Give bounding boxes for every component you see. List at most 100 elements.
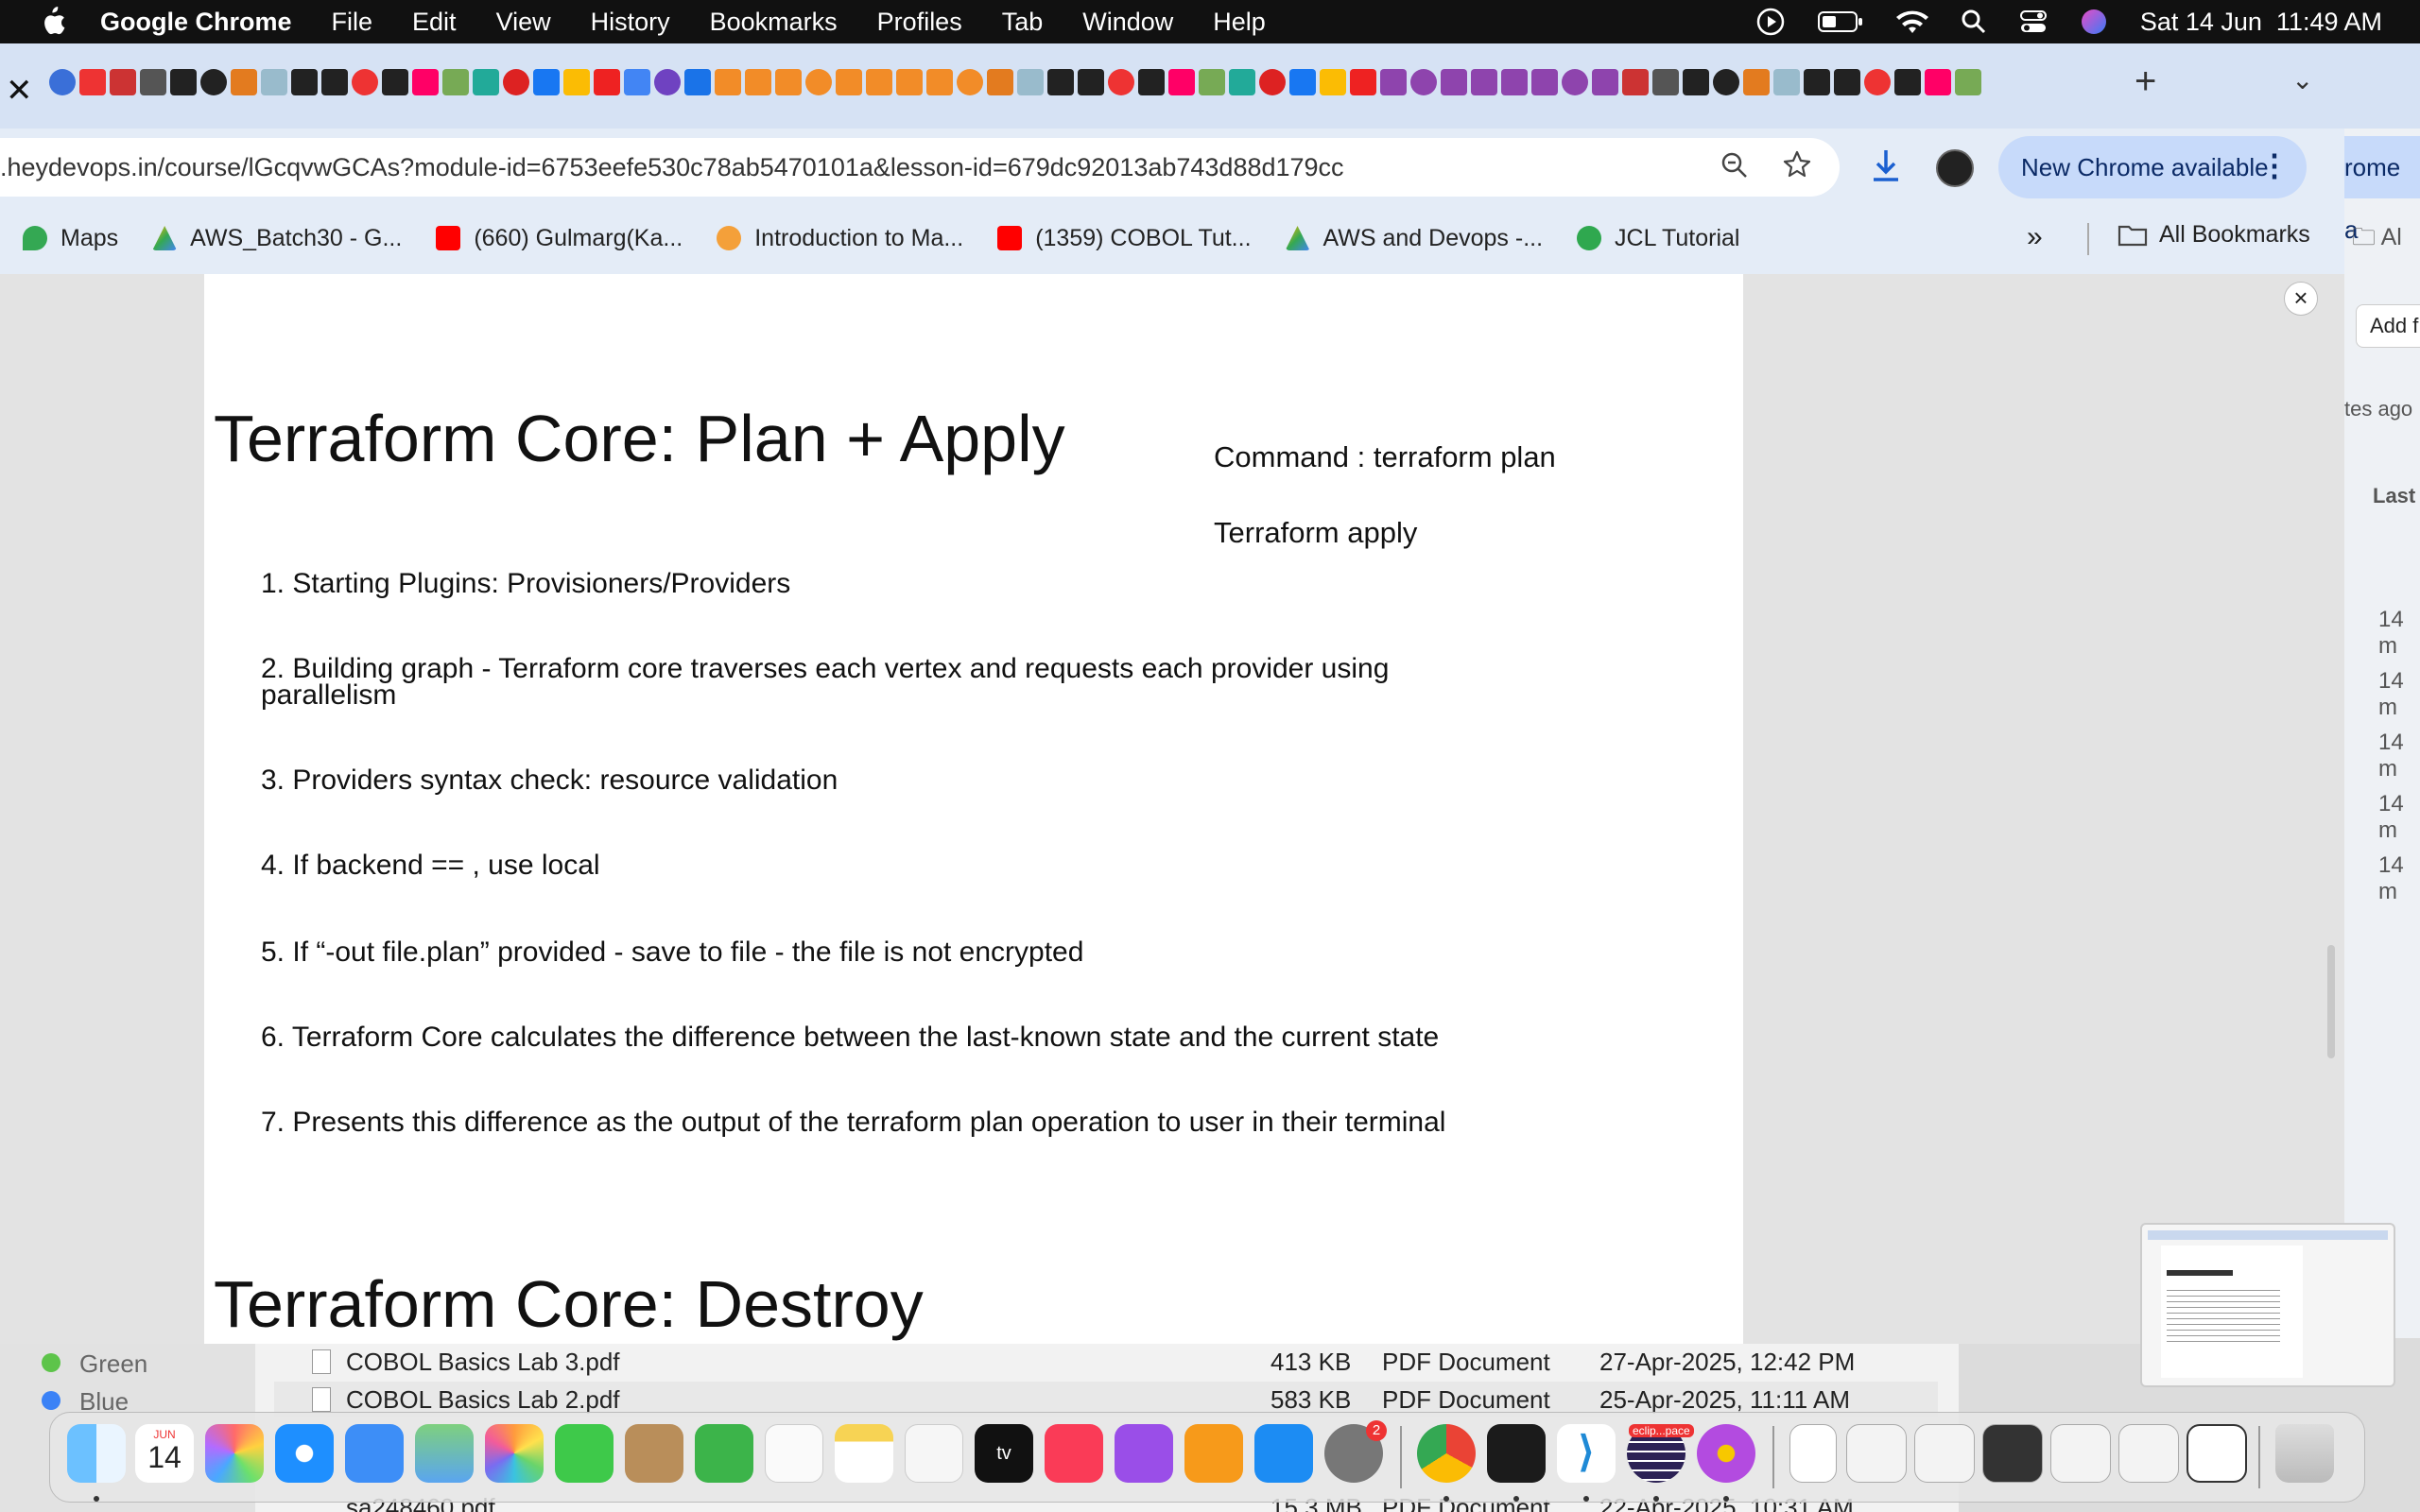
search-icon[interactable] xyxy=(1961,9,1987,35)
tab-favicon-icon[interactable] xyxy=(987,69,1013,95)
tab-favicon-icon[interactable] xyxy=(1804,69,1830,95)
bookmark-aws-devops[interactable]: AWS and Devops -... xyxy=(1285,225,1543,252)
tab-favicon-icon[interactable] xyxy=(110,69,136,95)
wifi-icon[interactable] xyxy=(1895,9,1928,35)
table-row[interactable]: COBOL Basics Lab 3.pdf 413 KB PDF Docume… xyxy=(274,1344,1938,1380)
app-store-icon[interactable] xyxy=(1254,1424,1313,1483)
vscode-icon[interactable]: ⟩ xyxy=(1557,1424,1616,1483)
bookmark-cobol[interactable]: (1359) COBOL Tut... xyxy=(997,225,1252,252)
numbers-icon[interactable] xyxy=(695,1424,753,1483)
window-preview[interactable] xyxy=(2187,1424,2247,1483)
menu-edit[interactable]: Edit xyxy=(412,8,457,37)
tab-favicon-icon[interactable] xyxy=(1229,69,1255,95)
tab-favicon-icon[interactable] xyxy=(745,69,771,95)
tab-favicon-icon[interactable] xyxy=(1955,69,1981,95)
tab-favicon-icon[interactable] xyxy=(1925,69,1951,95)
tab-favicon-icon[interactable] xyxy=(1531,69,1558,95)
menu-file[interactable]: File xyxy=(332,8,373,37)
menu-bookmarks[interactable]: Bookmarks xyxy=(710,8,838,37)
menu-window[interactable]: Window xyxy=(1082,8,1173,37)
window-preview[interactable] xyxy=(1846,1424,1907,1483)
tab-favicon-icon[interactable] xyxy=(1138,69,1165,95)
tab-favicon-icon[interactable] xyxy=(866,69,892,95)
finder-icon[interactable] xyxy=(67,1424,126,1483)
sidebar-item-blue[interactable]: Blue xyxy=(79,1387,129,1410)
tab-favicon-icon[interactable] xyxy=(836,69,862,95)
tab-favicon-icon[interactable] xyxy=(1259,69,1286,95)
apple-tv-icon[interactable]: tv xyxy=(975,1424,1033,1483)
tab-favicon-icon[interactable] xyxy=(1168,69,1195,95)
more-bookmarks-icon[interactable]: » xyxy=(2027,221,2043,253)
all-bookmarks-button[interactable]: All Bookmarks xyxy=(2118,221,2310,249)
tab-favicon-icon[interactable] xyxy=(1289,69,1316,95)
menu-app-name[interactable]: Google Chrome xyxy=(100,8,292,37)
address-bar[interactable]: .heydevops.in/course/lGcqvwGCAs?module-i… xyxy=(0,138,1840,197)
close-tab-icon[interactable]: ✕ xyxy=(6,72,33,110)
tab-favicon-icon[interactable] xyxy=(200,69,227,95)
zoom-icon[interactable] xyxy=(1720,151,1749,184)
tab-favicon-icon[interactable] xyxy=(170,69,197,95)
tab-favicon-icon[interactable] xyxy=(1622,69,1649,95)
menu-tab[interactable]: Tab xyxy=(1002,8,1044,37)
tab-favicon-icon[interactable] xyxy=(533,69,560,95)
mail-icon[interactable] xyxy=(345,1424,404,1483)
update-chrome-button[interactable]: New Chrome available ⋮ xyxy=(1998,136,2307,198)
tab-favicon-icon[interactable] xyxy=(957,69,983,95)
terminal-icon[interactable] xyxy=(1487,1424,1546,1483)
tab-favicon-icon[interactable] xyxy=(352,69,378,95)
photos-icon[interactable] xyxy=(485,1424,544,1483)
facetime-icon[interactable] xyxy=(555,1424,614,1483)
clock[interactable]: Sat 14 Jun 11:49 AM xyxy=(2140,8,2382,37)
tab-favicon-icon[interactable] xyxy=(1078,69,1104,95)
tab-favicon-icon[interactable] xyxy=(231,69,257,95)
tab-favicon-icon[interactable] xyxy=(654,69,681,95)
bookmark-introduction[interactable]: Introduction to Ma... xyxy=(717,225,963,252)
safari-icon[interactable] xyxy=(275,1424,334,1483)
tab-favicon-icon[interactable] xyxy=(1652,69,1679,95)
tab-favicon-icon[interactable] xyxy=(896,69,923,95)
launchpad-icon[interactable] xyxy=(205,1424,264,1483)
close-viewer-button[interactable]: × xyxy=(2284,282,2318,316)
play-icon[interactable] xyxy=(1756,8,1785,36)
trash-icon[interactable] xyxy=(2275,1424,2334,1483)
window-preview[interactable] xyxy=(1982,1424,2043,1483)
flower-app-icon[interactable] xyxy=(1697,1424,1755,1483)
tab-favicon-icon[interactable] xyxy=(503,69,529,95)
bookmark-star-icon[interactable] xyxy=(1782,149,1812,184)
tab-favicon-icon[interactable] xyxy=(563,69,590,95)
document-icon[interactable] xyxy=(1789,1424,1837,1483)
new-tab-button[interactable]: + xyxy=(2135,60,2156,103)
tab-favicon-icon[interactable] xyxy=(805,69,832,95)
profile-avatar[interactable] xyxy=(1936,149,1974,187)
tab-favicon-icon[interactable] xyxy=(1108,69,1134,95)
tab-favicon-icon[interactable] xyxy=(79,69,106,95)
menu-history[interactable]: History xyxy=(591,8,670,37)
pages-icon[interactable] xyxy=(1184,1424,1243,1483)
tab-favicon-icon[interactable] xyxy=(1441,69,1467,95)
tab-favicon-icon[interactable] xyxy=(1683,69,1709,95)
window-preview[interactable] xyxy=(2118,1424,2179,1483)
tab-favicon-icon[interactable] xyxy=(1894,69,1921,95)
tab-favicon-icon[interactable] xyxy=(1743,69,1770,95)
scrollbar[interactable] xyxy=(2327,945,2335,1058)
tab-favicon-icon[interactable] xyxy=(382,69,408,95)
tab-search-icon[interactable]: ⌄ xyxy=(2291,64,2313,95)
add-file-button[interactable]: Add f xyxy=(2356,304,2420,348)
bookmark-jcl[interactable]: JCL Tutorial xyxy=(1577,225,1740,252)
reminders-icon[interactable] xyxy=(765,1424,823,1483)
tab-favicon-icon[interactable] xyxy=(1834,69,1860,95)
tab-favicon-icon[interactable] xyxy=(1562,69,1588,95)
tab-favicon-icon[interactable] xyxy=(442,69,469,95)
calendar-icon[interactable]: JUN 14 xyxy=(135,1424,194,1483)
tab-favicon-icon[interactable] xyxy=(1592,69,1618,95)
siri-icon[interactable] xyxy=(2080,8,2108,36)
tab-favicon-icon[interactable] xyxy=(1199,69,1225,95)
more-menu-icon[interactable]: ⋮ xyxy=(2259,147,2290,183)
tab-favicon-icon[interactable] xyxy=(715,69,741,95)
tab-favicon-icon[interactable] xyxy=(49,69,76,95)
tab-favicon-icon[interactable] xyxy=(1320,69,1346,95)
tab-favicon-icon[interactable] xyxy=(1471,69,1497,95)
podcasts-icon[interactable] xyxy=(1115,1424,1173,1483)
tab-favicon-icon[interactable] xyxy=(1864,69,1891,95)
notes-icon[interactable] xyxy=(835,1424,893,1483)
